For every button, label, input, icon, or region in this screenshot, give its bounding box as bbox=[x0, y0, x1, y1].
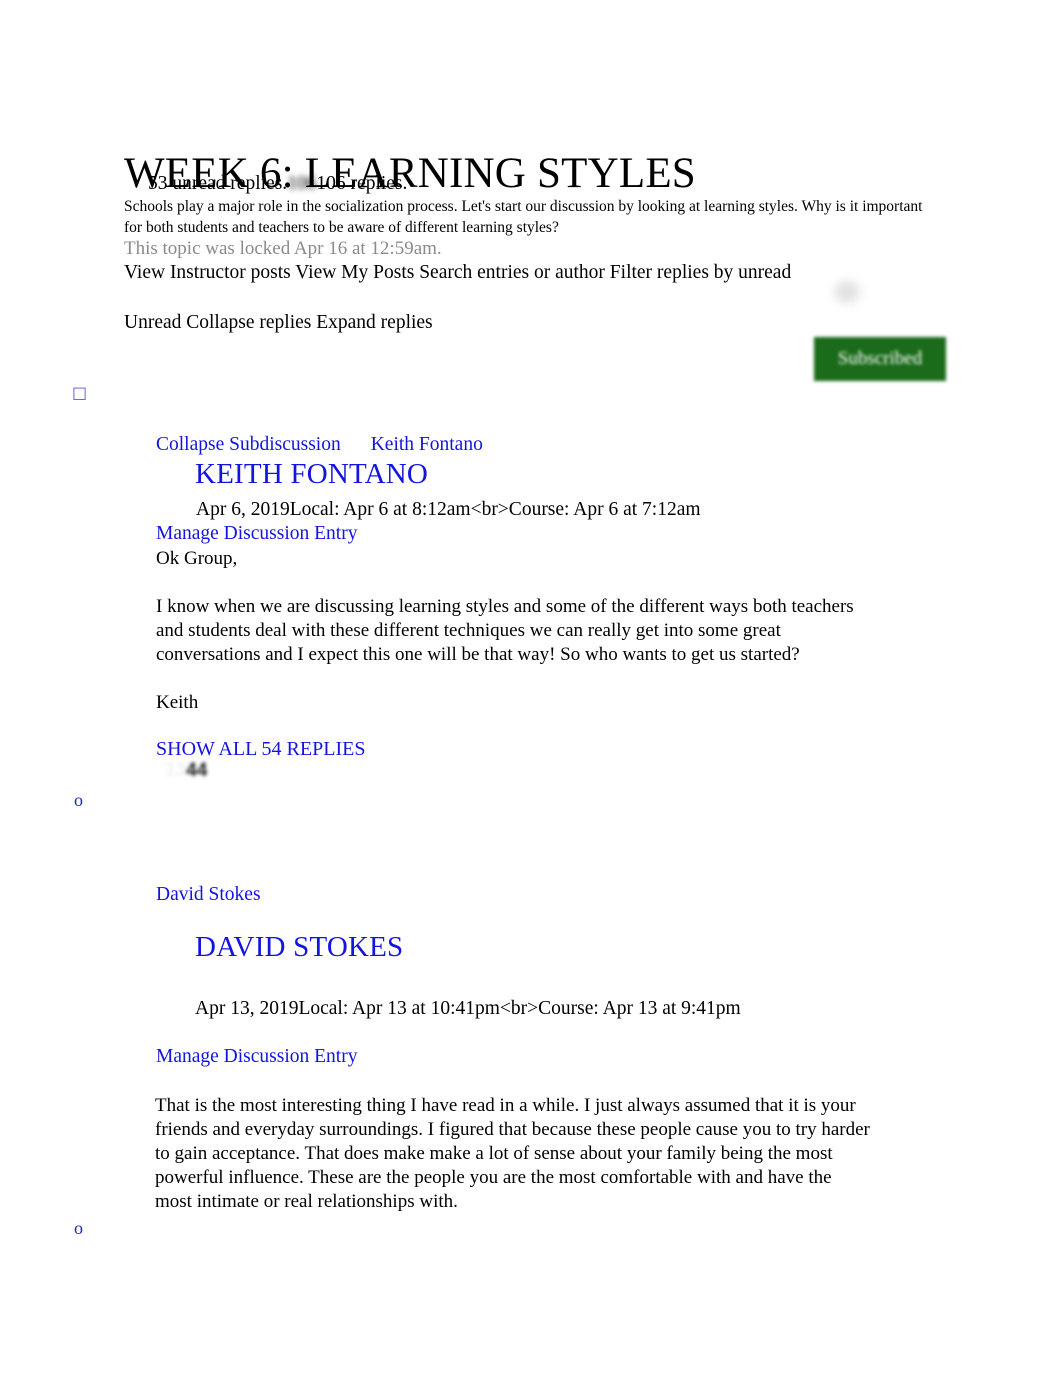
entry-body-line: Keith bbox=[156, 691, 199, 713]
total-reply-count: 106 replies. bbox=[316, 173, 408, 194]
entry-body-line: I know when we are discussing learning s… bbox=[156, 595, 854, 665]
total-reply-count-blurred: 106 bbox=[287, 173, 317, 194]
entry-timestamp: Apr 13, 2019Local: Apr 13 at 10:41pm<br>… bbox=[195, 998, 741, 1019]
badge-pale-digits: 13 bbox=[165, 760, 187, 781]
show-all-replies-link[interactable]: SHOW ALL 54 REPLIES bbox=[156, 738, 365, 761]
topic-locked-note: This topic was locked Apr 16 at 12:59am. bbox=[124, 238, 442, 259]
collapse-subdiscussion-link[interactable]: Collapse Subdiscussion bbox=[156, 434, 341, 455]
entry-body: That is the most interesting thing I hav… bbox=[155, 1094, 870, 1214]
entry-body-line: Ok Group, bbox=[156, 548, 238, 569]
reply-count-line: 53 unread replies.106106 replies. bbox=[148, 172, 407, 195]
decorative-blur-artifact bbox=[834, 281, 860, 303]
entry-timestamp: Apr 6, 2019Local: Apr 6 at 8:12am<br>Cou… bbox=[196, 499, 701, 520]
entry-author-heading: KEITH FONTANO bbox=[195, 458, 429, 490]
entry-author-link[interactable]: Keith Fontano bbox=[371, 434, 483, 455]
manage-discussion-entry-link[interactable]: Manage Discussion Entry bbox=[156, 1046, 357, 1068]
entry-collapse-row[interactable]: Collapse Subdiscussion Keith Fontano bbox=[156, 434, 483, 456]
manage-discussion-entry-link[interactable]: Manage Discussion Entry bbox=[156, 523, 357, 545]
missing-glyph-icon: □ bbox=[72, 383, 88, 402]
subscribed-button[interactable]: Subscribed bbox=[814, 337, 946, 381]
discussion-toolbar-primary[interactable]: View Instructor posts View My Posts Sear… bbox=[124, 262, 791, 284]
entry-author-heading: DAVID STOKES bbox=[195, 931, 404, 963]
unread-reply-count: 53 unread replies. bbox=[148, 173, 288, 194]
reply-count-badge: 1344 bbox=[165, 760, 207, 782]
list-marker-bullet: o bbox=[74, 790, 83, 810]
discussion-prompt: Schools play a major role in the sociali… bbox=[124, 198, 923, 236]
entry-author-link[interactable]: David Stokes bbox=[156, 884, 261, 906]
badge-dark-digits: 44 bbox=[186, 760, 208, 781]
entry-body: Ok Group, I know when we are discussing … bbox=[156, 547, 856, 715]
entry-body-line: That is the most interesting thing I hav… bbox=[155, 1095, 870, 1212]
list-marker-bullet: o bbox=[74, 1218, 83, 1238]
discussion-toolbar-secondary[interactable]: Unread Collapse replies Expand replies bbox=[124, 312, 433, 334]
discussion-page: WEEK 6: LEARNING STYLES 53 unread replie… bbox=[0, 0, 1062, 1377]
